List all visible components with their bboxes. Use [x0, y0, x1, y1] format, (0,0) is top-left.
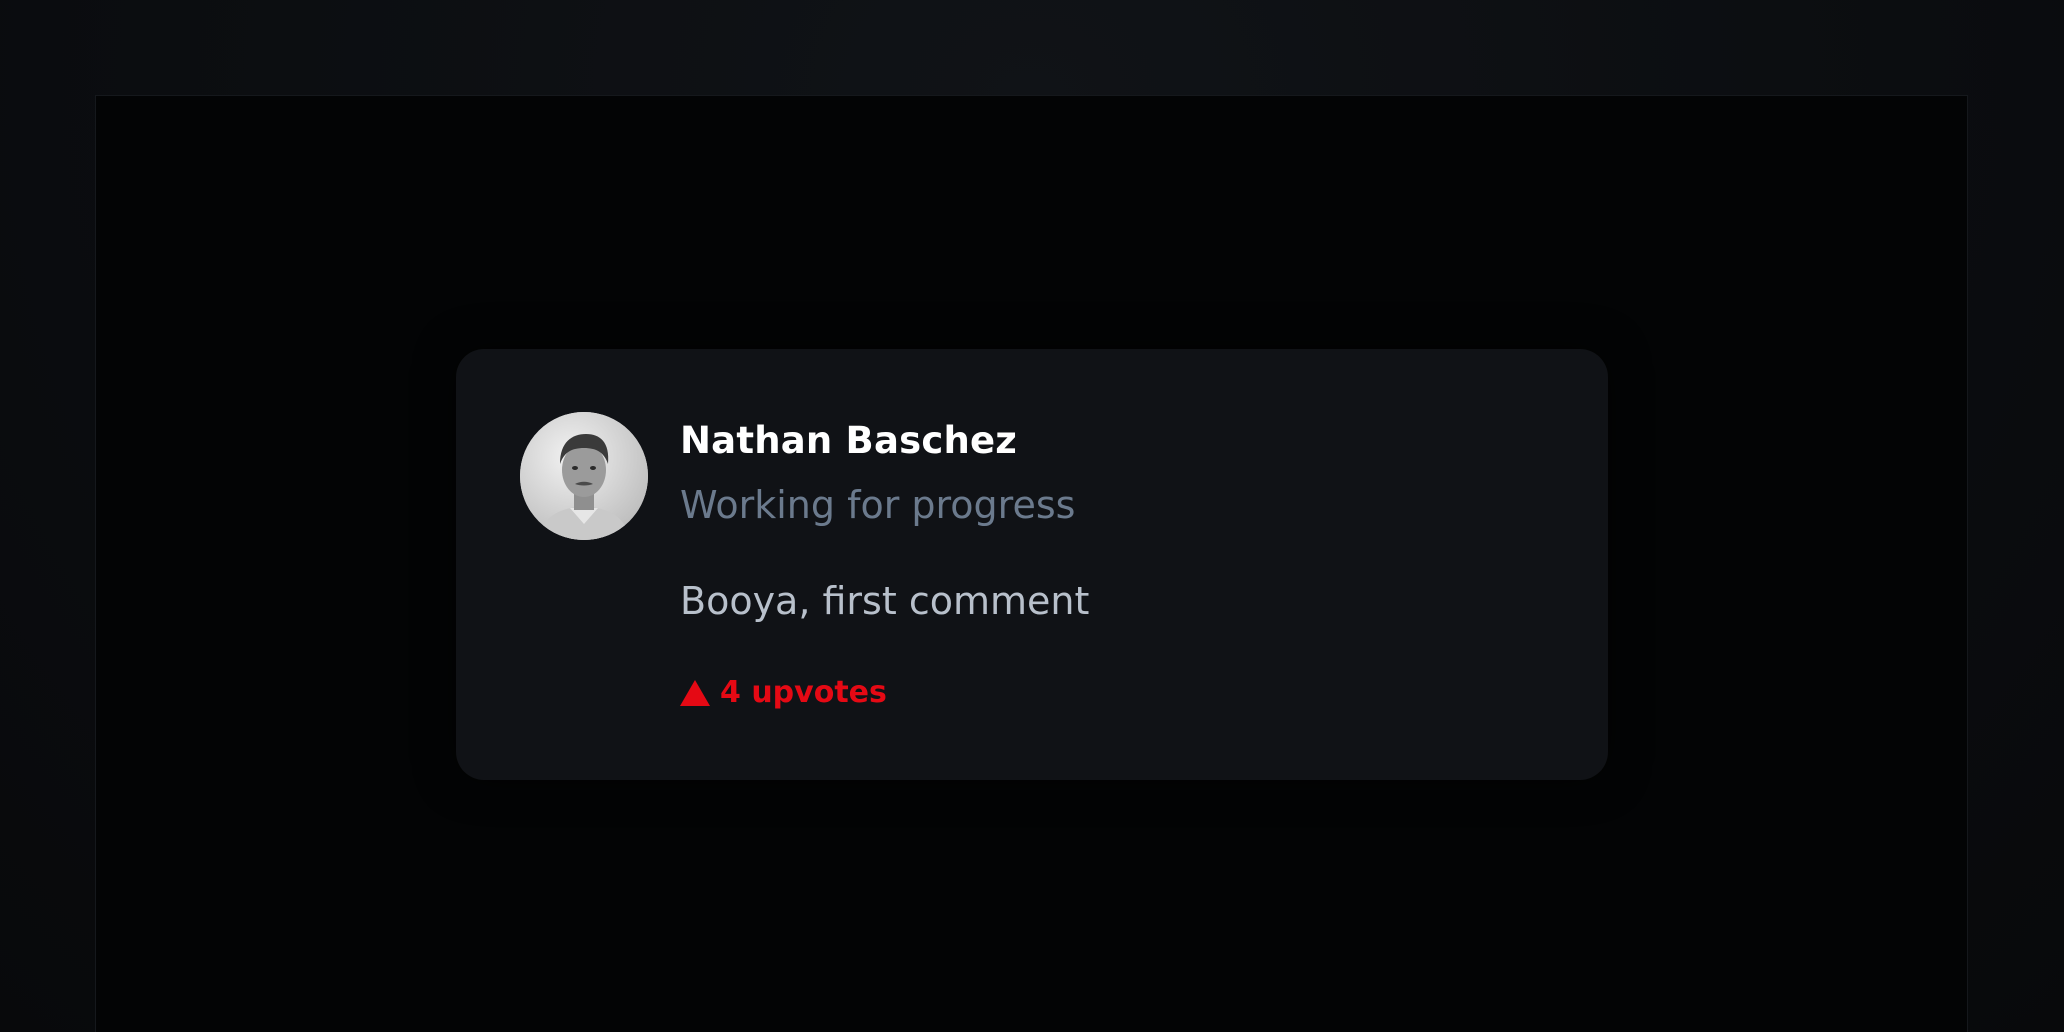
comment-card: Nathan Baschez Working for progress Booy… — [456, 349, 1608, 780]
upvote-count-label: 4 upvotes — [720, 675, 887, 710]
avatar[interactable] — [520, 412, 648, 540]
author-name[interactable]: Nathan Baschez — [680, 419, 1017, 462]
upvote-button[interactable]: 4 upvotes — [680, 675, 887, 710]
page-background: Nathan Baschez Working for progress Booy… — [0, 0, 2064, 1032]
comment-body: Booya, first comment — [680, 579, 1090, 623]
avatar-photo — [520, 412, 648, 540]
author-subtitle: Working for progress — [680, 483, 1076, 527]
triangle-up-icon — [680, 679, 710, 706]
